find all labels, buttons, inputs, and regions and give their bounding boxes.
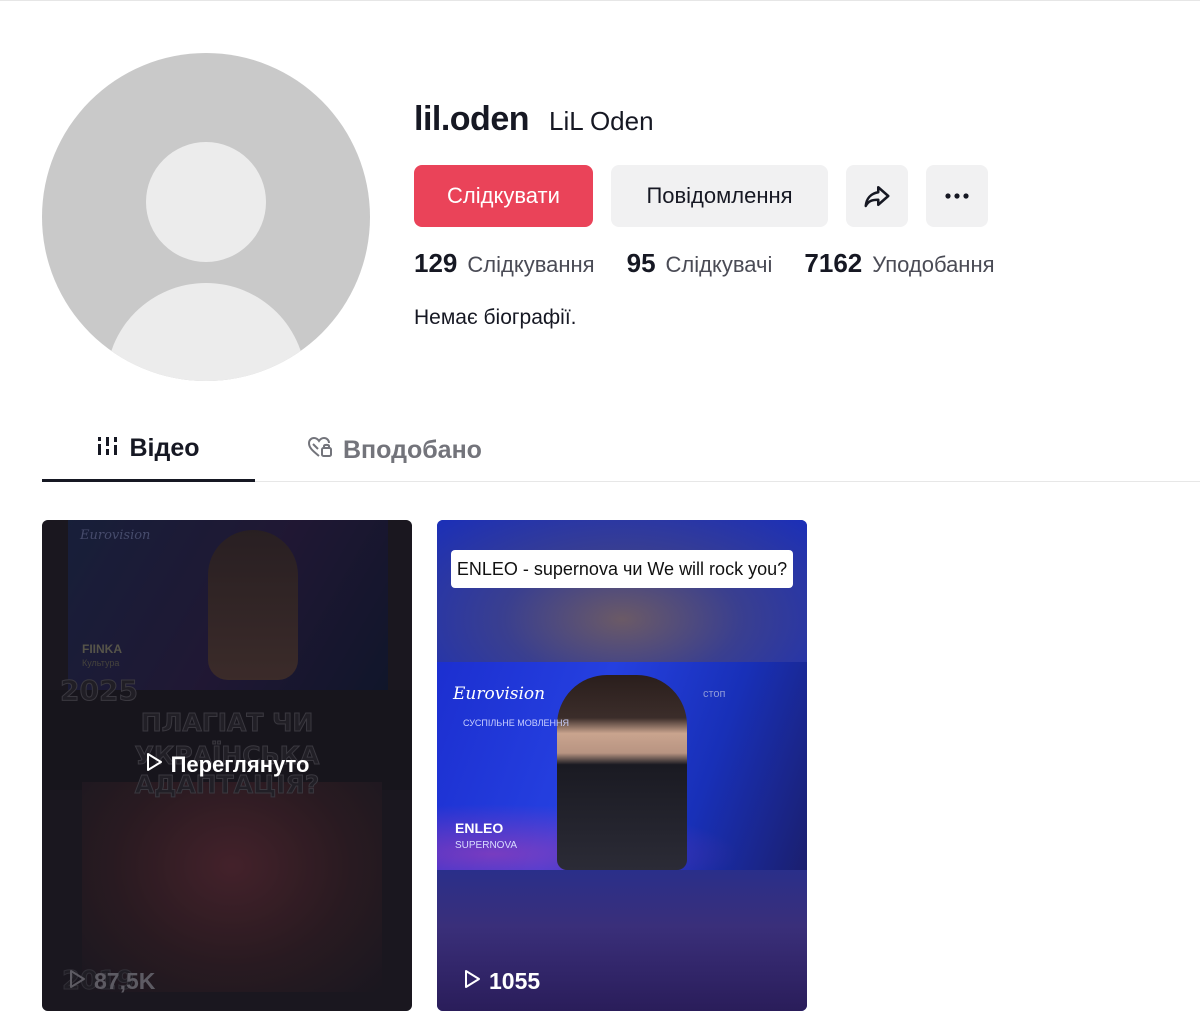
thumbnail-song-text: SUPERNOVA: [455, 840, 518, 851]
following-count: 129: [414, 248, 458, 278]
stat-followers[interactable]: 95 Слідкувачі: [627, 248, 773, 279]
thumbnail-caption: ENLEO - supernova чи We will rock you?: [451, 550, 793, 588]
tab-videos-label: Відео: [129, 434, 200, 462]
video-views-count: 1055: [489, 968, 541, 994]
top-divider: [0, 0, 1200, 4]
likes-label: Уподобання: [872, 252, 995, 277]
nickname: LiL Oden: [549, 106, 654, 136]
video-views-count: 87,5K: [94, 968, 156, 994]
thumbnail-stop-text: стоп: [703, 688, 726, 700]
stat-following[interactable]: 129 Слідкування: [414, 248, 595, 279]
share-button[interactable]: [846, 165, 908, 227]
followers-label: Слідкувачі: [665, 252, 773, 277]
grid-icon: [97, 434, 119, 463]
profile-stats: 129 Слідкування 95 Слідкувачі 7162 Уподо…: [414, 248, 995, 279]
share-arrow-icon: [862, 181, 892, 211]
follow-button[interactable]: Слідкувати: [414, 165, 593, 227]
play-outline-icon: [68, 968, 86, 995]
heart-locked-icon: [307, 435, 333, 466]
followers-count: 95: [626, 248, 656, 278]
stat-likes: 7162 Уподобання: [804, 248, 994, 279]
thumbnail-logo-text: Eurovision: [453, 684, 546, 704]
username: lil.oden: [414, 100, 530, 138]
thumbnail-artist-text: ENLEO: [455, 820, 504, 836]
more-button[interactable]: [926, 165, 988, 227]
video-card[interactable]: ENLEO - supernova чи We will rock you? E…: [437, 520, 807, 1011]
video-views: 87,5K: [68, 968, 155, 995]
video-thumbnail-top: [437, 520, 807, 662]
avatar-placeholder-body: [106, 283, 306, 381]
profile-tabs: Відео Вподобано: [42, 418, 1200, 482]
video-card[interactable]: Eurovision FIINKA Культура 2025 ПЛАГІАТ …: [42, 520, 412, 1011]
tab-liked-label: Вподобано: [343, 435, 482, 464]
avatar-placeholder-head: [146, 142, 266, 262]
video-views: 1055: [463, 968, 540, 995]
profile-name-line: lil.oden LiL Oden: [414, 100, 654, 139]
thumbnail-logo-subtext: СУСПІЛЬНЕ МОВЛЕННЯ: [463, 718, 570, 728]
message-button[interactable]: Повідомлення: [611, 165, 828, 227]
tab-videos[interactable]: Відео: [42, 418, 255, 482]
play-outline-icon: [463, 968, 481, 995]
profile-bio: Немає біографії.: [414, 306, 577, 329]
play-outline-icon: [145, 752, 163, 778]
avatar[interactable]: [42, 53, 370, 381]
likes-count: 7162: [804, 248, 863, 278]
watched-badge: Переглянуто: [42, 752, 412, 778]
more-dots-icon: [944, 192, 970, 200]
video-thumbnail-figure: [557, 675, 687, 870]
tab-liked[interactable]: Вподобано: [307, 418, 482, 482]
watched-label: Переглянуто: [170, 752, 310, 777]
profile-actions: Слідкувати Повідомлення: [414, 165, 988, 227]
following-label: Слідкування: [467, 252, 595, 277]
